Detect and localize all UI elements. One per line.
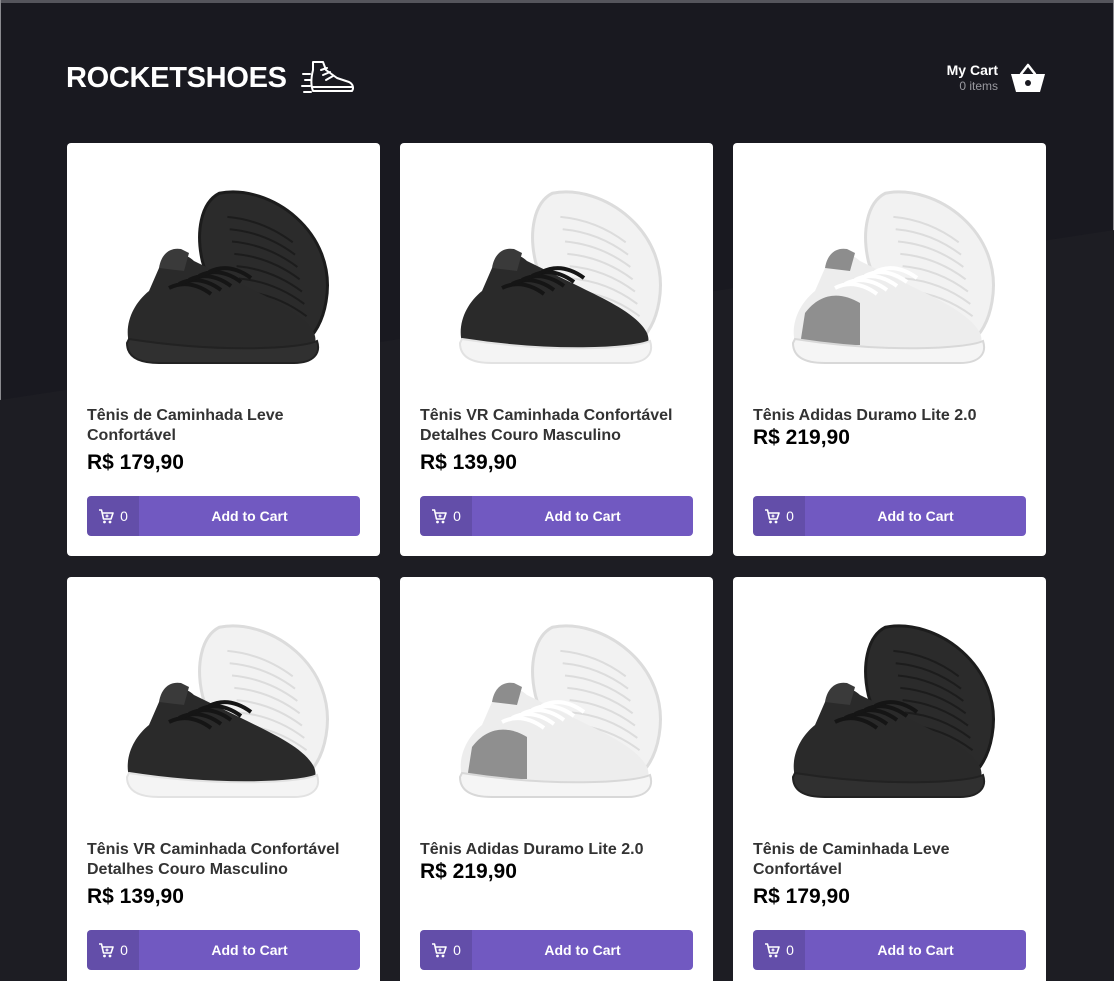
- product-title: Tênis de Caminhada Leve Confortável: [753, 841, 950, 878]
- cart-quantity: 0: [420, 930, 472, 970]
- add-to-cart-label: Add to Cart: [544, 942, 621, 958]
- page-header: ROCKETSHOES My Cart 0 items: [66, 50, 1046, 106]
- product-card: Tênis de Caminhada Leve Confortável R$ 17…: [733, 577, 1046, 981]
- add-to-cart-label: Add to Cart: [211, 508, 288, 524]
- product-image[interactable]: [87, 597, 360, 837]
- add-cart-icon: [765, 942, 780, 957]
- add-to-cart-button[interactable]: 0 Add to Cart: [420, 930, 693, 970]
- product-title: Tênis de Caminhada Leve Confortável: [87, 407, 284, 444]
- window-top-border: [0, 0, 1114, 3]
- logo-text: ROCKETSHOES: [66, 61, 287, 94]
- add-to-cart-button[interactable]: 0 Add to Cart: [420, 496, 693, 536]
- add-cart-icon: [432, 508, 447, 523]
- product-image[interactable]: [753, 163, 1026, 403]
- cart-quantity-value: 0: [453, 508, 461, 524]
- product-image[interactable]: [753, 597, 1026, 837]
- running-shoe-icon: [300, 61, 354, 93]
- product-image[interactable]: [420, 163, 693, 403]
- cart-quantity: 0: [753, 496, 805, 536]
- add-cart-icon: [432, 942, 447, 957]
- product-image[interactable]: [87, 163, 360, 403]
- product-grid: Tênis de Caminhada Leve Confortável R$ 17…: [67, 143, 1046, 981]
- product-card: Tênis Adidas Duramo Lite 2.0 R$ 219,90 0 Ad…: [400, 577, 713, 981]
- product-price: R$ 219,90: [753, 426, 850, 449]
- cart-quantity-value: 0: [786, 942, 794, 958]
- cart-quantity-value: 0: [120, 508, 128, 524]
- add-to-cart-button[interactable]: 0 Add to Cart: [753, 930, 1026, 970]
- logo[interactable]: ROCKETSHOES: [66, 58, 355, 98]
- cart-quantity: 0: [420, 496, 472, 536]
- add-to-cart-label: Add to Cart: [211, 942, 288, 958]
- cart-quantity: 0: [87, 930, 139, 970]
- add-cart-icon: [99, 942, 114, 957]
- product-card: Tênis VR Caminhada Confortável Detalhes …: [67, 577, 380, 981]
- product-image[interactable]: [420, 597, 693, 837]
- cart-text: My Cart 0 items: [947, 62, 998, 94]
- product-card: Tênis Adidas Duramo Lite 2.0 R$ 219,90 0 Ad…: [733, 143, 1046, 556]
- product-price: R$ 179,90: [753, 885, 850, 908]
- add-to-cart-button[interactable]: 0 Add to Cart: [87, 496, 360, 536]
- cart-quantity-value: 0: [453, 942, 461, 958]
- cart-quantity: 0: [87, 496, 139, 536]
- add-cart-icon: [765, 508, 780, 523]
- cart-quantity-value: 0: [786, 508, 794, 524]
- add-to-cart-label: Add to Cart: [877, 508, 954, 524]
- add-to-cart-label: Add to Cart: [544, 508, 621, 524]
- cart-title: My Cart: [946, 62, 998, 78]
- product-price: R$ 219,90: [420, 860, 517, 883]
- product-price: R$ 139,90: [420, 451, 517, 474]
- add-to-cart-button[interactable]: 0 Add to Cart: [87, 930, 360, 970]
- product-title: Tênis VR Caminhada Confortável Detalhes …: [87, 841, 340, 878]
- shopping-basket-icon: [1011, 63, 1045, 92]
- product-price: R$ 179,90: [87, 451, 184, 474]
- cart-count: 0 items: [959, 79, 998, 93]
- cart-quantity: 0: [753, 930, 805, 970]
- cart-summary[interactable]: My Cart 0 items: [947, 62, 1046, 94]
- add-cart-icon: [99, 508, 114, 523]
- product-title: Tênis VR Caminhada Confortável Detalhes …: [420, 407, 673, 444]
- add-to-cart-label: Add to Cart: [877, 942, 954, 958]
- cart-quantity-value: 0: [120, 942, 128, 958]
- product-price: R$ 139,90: [87, 885, 184, 908]
- product-card: Tênis VR Caminhada Confortável Detalhes …: [400, 143, 713, 556]
- add-to-cart-button[interactable]: 0 Add to Cart: [753, 496, 1026, 536]
- product-card: Tênis de Caminhada Leve Confortável R$ 17…: [67, 143, 380, 556]
